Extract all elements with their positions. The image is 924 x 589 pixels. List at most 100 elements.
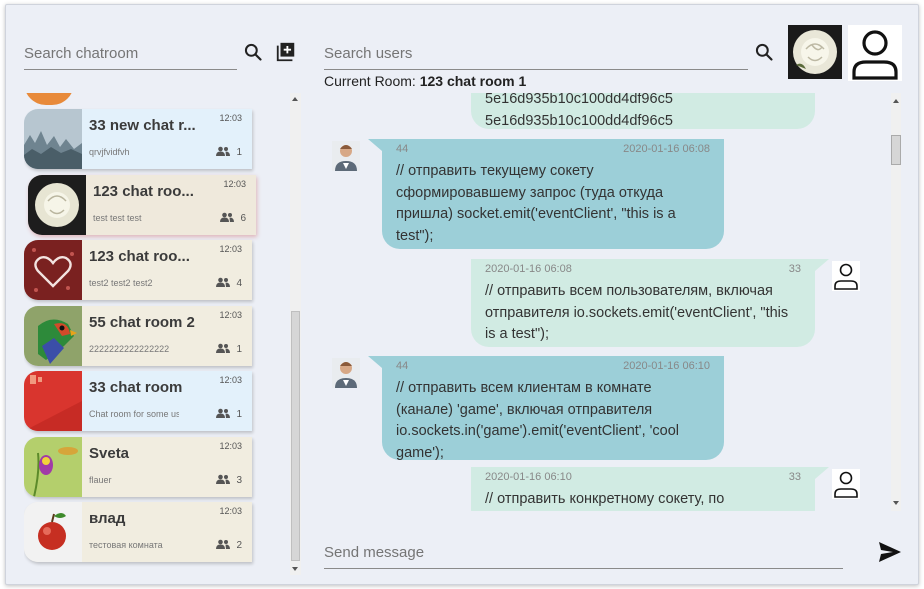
scroll-thumb[interactable] (891, 135, 901, 165)
room-thumbnail (24, 109, 82, 169)
room-time: 12:03 (223, 178, 246, 189)
scroll-down-arrow[interactable] (292, 567, 298, 571)
message-user: 44 (396, 143, 409, 156)
room-list-item[interactable]: 123 chat roo... test test test 12:03 6 (28, 174, 256, 235)
message-meta: 2020-01-16 06:08 33 (485, 259, 801, 281)
room-thumbnail (24, 371, 82, 431)
room-description: 2222222222222222 (89, 343, 170, 354)
room-list-top-partial-avatar (24, 93, 74, 105)
room-name: 33 new chat r... (89, 117, 196, 134)
room-list-item[interactable]: 55 chat room 2 2222222222222222 12:03 1 (24, 305, 252, 366)
add-chatroom-button[interactable] (274, 40, 298, 64)
message-date: 2020-01-16 06:10 (623, 360, 710, 373)
room-description: flauer (89, 474, 112, 485)
room-name: Sveta (89, 444, 130, 462)
room-thumbnail (24, 436, 82, 497)
search-rooms-button[interactable] (242, 41, 264, 63)
room-count-value: 1 (236, 343, 242, 355)
search-users-input[interactable] (324, 38, 748, 70)
outgoing-message: 5e16d935b10c100dd4df96c5 5e16d935b10c100d… (471, 93, 815, 129)
message-text: // отправить всем клиентам в комнате (ка… (396, 380, 680, 461)
room-list-item[interactable]: 33 chat room Chat room for some us... 12:0… (24, 371, 252, 431)
sender-avatar[interactable] (332, 358, 360, 388)
message-tail (815, 467, 829, 479)
own-avatar[interactable] (832, 261, 860, 291)
room-thumbnail (24, 502, 82, 562)
scroll-down-arrow[interactable] (893, 501, 899, 505)
people-icon (216, 474, 231, 487)
user-profile-button[interactable] (848, 25, 902, 81)
room-member-count: 2 (216, 539, 242, 552)
message-text: // отправить всем пользователям, включая… (485, 283, 789, 342)
room-avatar[interactable] (788, 25, 842, 79)
room-time: 12:03 (219, 440, 242, 451)
room-description: тестовая комната (89, 540, 163, 550)
message-line: 5e16d935b10c100dd4df96c5 (485, 112, 673, 129)
room-count-value: 1 (236, 147, 242, 158)
outgoing-message: 2020-01-16 06:08 33 // отправить всем поль… (471, 259, 815, 347)
message-tail (368, 356, 382, 368)
message-text: // отправить конкретному сокету, по (485, 491, 725, 507)
message-user: 2020-01-16 06:08 (485, 263, 572, 276)
messages-panel: 5e16d935b10c100dd4df96c5 5e16d935b10c100d… (324, 93, 901, 511)
send-icon (879, 542, 901, 562)
room-list-item[interactable]: влад тестовая комната 12:03 2 (24, 502, 252, 562)
room-count-value: 2 (236, 540, 242, 551)
room-thumbnail (24, 240, 82, 300)
people-icon (220, 212, 235, 225)
room-time: 12:03 (219, 506, 242, 516)
current-room: Current Room: 123 chat room 1 (324, 73, 526, 89)
person-icon (852, 30, 898, 80)
people-icon (216, 277, 231, 290)
message-meta: 44 2020-01-16 06:08 (396, 139, 710, 161)
room-name: 123 chat roo... (93, 182, 194, 200)
incoming-message: 44 2020-01-16 06:10 // отправить всем клие… (382, 356, 724, 461)
send-button[interactable] (876, 540, 904, 564)
search-chatroom-input[interactable] (24, 38, 237, 70)
room-member-count: 6 (220, 212, 246, 225)
message-date: 2020-01-16 06:08 (623, 143, 710, 156)
room-time: 12:03 (219, 309, 242, 320)
message-meta: 2020-01-16 06:10 33 (485, 467, 801, 489)
room-member-count: 1 (216, 408, 242, 421)
current-room-name: 123 chat room 1 (419, 73, 527, 89)
message-user: 44 (396, 360, 409, 373)
room-list-item[interactable]: 123 chat roo... test2 test2 test2 12:03 4 (24, 240, 252, 300)
scroll-up-arrow[interactable] (893, 99, 899, 103)
room-name: 123 chat roo... (89, 248, 190, 265)
message-date: 33 (788, 263, 801, 276)
room-list-item[interactable]: Sveta flauer 12:03 3 (24, 436, 252, 497)
room-list: 33 new chat r... qrvjfvidfvh 12:03 1 123 cha… (24, 93, 286, 575)
message-tail (368, 139, 382, 151)
outgoing-message: 2020-01-16 06:10 33 // отправить конкретно… (471, 467, 815, 511)
sender-avatar[interactable] (332, 141, 360, 171)
message-line: 5e16d935b10c100dd4df96c5 (485, 93, 673, 107)
search-icon (755, 43, 773, 61)
room-count-value: 1 (236, 409, 242, 420)
scroll-up-arrow[interactable] (292, 97, 298, 101)
message-text: // отправить текущему сокету сформировав… (396, 163, 676, 244)
scroll-thumb[interactable] (291, 311, 300, 561)
room-name: 33 chat room (89, 379, 183, 396)
messages-scrollbar[interactable] (891, 93, 901, 511)
search-users-button[interactable] (753, 41, 775, 63)
room-list-panel: 33 new chat r... qrvjfvidfvh 12:03 1 123 cha… (24, 93, 301, 575)
message-meta: 44 2020-01-16 06:10 (396, 356, 710, 378)
room-thumbnail (24, 305, 82, 366)
own-avatar[interactable] (832, 469, 860, 499)
message-date: 33 (788, 471, 801, 484)
room-member-count: 4 (216, 277, 242, 290)
room-list-scrollbar[interactable] (290, 93, 301, 575)
message-input[interactable] (324, 537, 843, 569)
room-description: qrvjfvidfvh (89, 147, 130, 157)
room-description: test2 test2 test2 (89, 278, 153, 288)
room-time: 12:03 (219, 113, 242, 123)
room-description: test test test (93, 212, 142, 223)
message-user: 2020-01-16 06:10 (485, 471, 572, 484)
people-icon (216, 539, 231, 552)
search-icon (244, 43, 262, 61)
message-tail (815, 259, 829, 271)
room-list-item[interactable]: 33 new chat r... qrvjfvidfvh 12:03 1 (24, 109, 252, 169)
room-count-value: 6 (240, 212, 246, 224)
room-time: 12:03 (219, 375, 242, 385)
